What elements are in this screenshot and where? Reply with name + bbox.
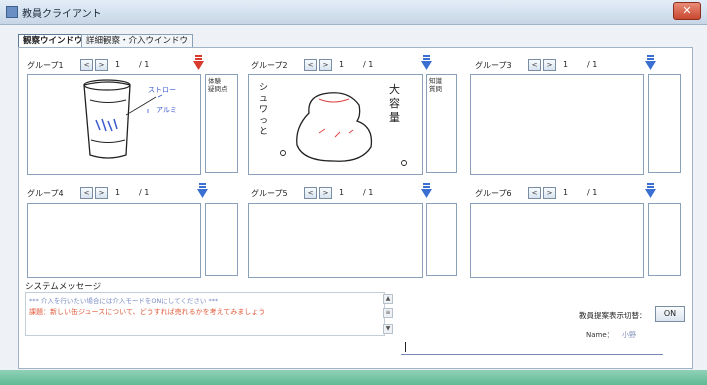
group-6-header: グループ6 < > 1 / 1	[475, 183, 656, 201]
group-1-annotation-2: アルミ	[156, 106, 177, 114]
group-6-page: 1	[563, 188, 569, 197]
scroll-up-icon[interactable]: ▲	[383, 294, 393, 304]
group-6-next-button[interactable]: >	[543, 187, 556, 199]
group-2-canvas[interactable]: シュワっと 大容量	[248, 74, 423, 175]
tab-observation[interactable]: 観察ウインドウ	[18, 34, 88, 48]
group-1-page: 1	[115, 60, 121, 69]
system-message-line-1: *** 介入を行いたい場合には介入モードをONにしてください ***	[29, 297, 219, 305]
group-4-header: グループ4 < > 1 / 1	[27, 183, 208, 201]
flag-down-blue-icon[interactable]	[421, 183, 432, 199]
group-1-page-total: / 1	[139, 60, 150, 69]
group-3-notes	[648, 74, 681, 173]
group-5-next-button[interactable]: >	[319, 187, 332, 199]
group-1-label: グループ1	[27, 61, 64, 70]
group-1-prev-button[interactable]: <	[80, 59, 93, 71]
group-3-prev-button[interactable]: <	[528, 59, 541, 71]
group-6-label: グループ6	[475, 189, 512, 198]
group-4-notes	[205, 203, 238, 276]
group-5-header: グループ5 < > 1 / 1	[251, 183, 432, 201]
group-3-page-total: / 1	[587, 60, 598, 69]
group-4-prev-button[interactable]: <	[80, 187, 93, 199]
observation-pane: グループ1 < > 1 / 1 ストロー アルミ 体験 疑問点 グループ2 < …	[18, 47, 693, 369]
group-4-page-total: / 1	[139, 188, 150, 197]
tab-detail-intervention[interactable]: 詳細観察・介入ウインドウ	[81, 34, 194, 48]
group-3-header: グループ3 < > 1 / 1	[475, 55, 656, 73]
group-3-page: 1	[563, 60, 569, 69]
close-button[interactable]: ✕	[673, 2, 701, 20]
group-1-note-2: 疑問点	[208, 85, 228, 93]
flag-down-red-icon[interactable]	[193, 55, 204, 71]
group-2-page-total: / 1	[363, 60, 374, 69]
text-caret	[405, 342, 406, 352]
group-2-notes: 知識 質問	[426, 74, 457, 173]
group-5-notes	[426, 203, 457, 276]
group-1-notes: 体験 疑問点	[205, 74, 238, 173]
flag-down-blue-icon[interactable]	[421, 55, 432, 71]
scroll-down-icon[interactable]: ▼	[383, 324, 393, 334]
flag-down-blue-icon[interactable]	[645, 183, 656, 199]
group-3-next-button[interactable]: >	[543, 59, 556, 71]
title-bar: 教員クライアント ✕	[0, 0, 707, 25]
group-2-note-2: 質問	[429, 85, 442, 93]
flag-down-blue-icon[interactable]	[197, 183, 208, 199]
group-2-next-button[interactable]: >	[319, 59, 332, 71]
group-4-next-button[interactable]: >	[95, 187, 108, 199]
group-1-canvas[interactable]: ストロー アルミ	[27, 74, 201, 175]
teacher-proposal-toggle-button[interactable]: ON	[655, 306, 685, 322]
name-value: 小野	[622, 331, 636, 339]
status-strip	[0, 370, 707, 385]
group-4-canvas[interactable]	[27, 203, 201, 278]
app-window: 教員クライアント ✕ 観察ウインドウ 詳細観察・介入ウインドウ グループ1 < …	[0, 0, 707, 385]
group-1-annotation-1: ストロー	[148, 86, 176, 94]
group-1-note-1: 体験	[208, 77, 221, 85]
group-6-notes	[648, 203, 681, 276]
group-5-page: 1	[339, 188, 345, 197]
system-message-line-2: 課題：新しい缶ジュースについて、どうすれば売れるかを考えてみましょう	[29, 308, 266, 316]
scroll-thumb[interactable]: ≡	[383, 308, 393, 318]
flag-down-blue-icon[interactable]	[645, 55, 656, 71]
group-2-note-1: 知識	[429, 77, 442, 85]
window-title: 教員クライアント	[22, 9, 102, 20]
message-input[interactable]	[401, 340, 663, 355]
group-2-page: 1	[339, 60, 345, 69]
group-6-prev-button[interactable]: <	[528, 187, 541, 199]
message-scrollbar[interactable]: ▲ ≡ ▼	[383, 294, 393, 334]
group-4-label: グループ4	[27, 189, 64, 198]
group-1-next-button[interactable]: >	[95, 59, 108, 71]
group-5-canvas[interactable]	[248, 203, 423, 278]
system-message-label: システムメッセージ	[25, 282, 102, 292]
group-6-canvas[interactable]	[470, 203, 644, 278]
group-5-prev-button[interactable]: <	[304, 187, 317, 199]
group-4-page: 1	[115, 188, 121, 197]
group-1-header: グループ1 < > 1 / 1	[27, 55, 207, 73]
group-5-page-total: / 1	[363, 188, 374, 197]
group-2-label: グループ2	[251, 61, 288, 70]
teacher-proposal-toggle-label: 教員提案表示切替：	[579, 311, 647, 320]
name-label: Name：	[586, 331, 614, 339]
group-2-left-text: シュワっと	[259, 83, 269, 137]
group-3-canvas[interactable]	[470, 74, 644, 175]
group-5-label: グループ5	[251, 189, 288, 198]
group-6-page-total: / 1	[587, 188, 598, 197]
group-2-right-text: 大容量	[389, 83, 400, 124]
group-2-header: グループ2 < > 1 / 1	[251, 55, 432, 73]
system-message-log: *** 介入を行いたい場合には介入モードをONにしてください *** 課題：新し…	[25, 292, 385, 336]
app-icon	[6, 6, 18, 18]
group-2-prev-button[interactable]: <	[304, 59, 317, 71]
group-3-label: グループ3	[475, 61, 512, 70]
